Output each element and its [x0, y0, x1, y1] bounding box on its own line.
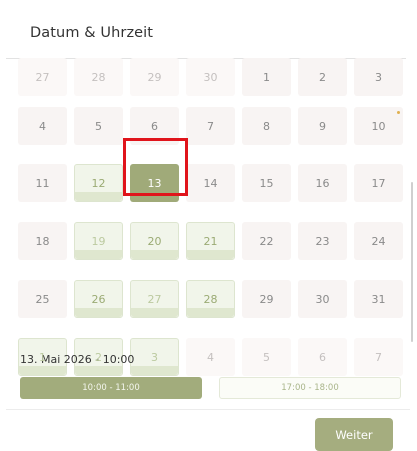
calendar-day-number: 27: [35, 70, 50, 84]
calendar-day[interactable]: 14: [186, 164, 235, 202]
calendar-day-number: 31: [371, 292, 386, 306]
calendar-day-number: 17: [371, 176, 386, 190]
calendar-day-number: 6: [151, 119, 158, 133]
calendar-day[interactable]: 28: [74, 58, 123, 96]
calendar-day-number: 10: [371, 119, 386, 133]
calendar-day[interactable]: 12: [74, 164, 123, 202]
calendar-day[interactable]: 30: [186, 58, 235, 96]
calendar-grid: 27 28 29 30 1 2 3 4 5 6 7 8 9 10 11 12 13 14 15 16 17 18 19 20 2…: [18, 58, 407, 376]
calendar-day-number: 7: [375, 350, 382, 364]
calendar-day[interactable]: 10: [354, 107, 403, 145]
calendar-day[interactable]: 2: [298, 58, 347, 96]
calendar-day-number: 4: [207, 350, 214, 364]
next-button-label: Weiter: [335, 427, 373, 442]
calendar-day-number: 5: [263, 350, 270, 364]
calendar-day-number: 13: [147, 176, 162, 190]
page-title: Datum & Uhrzeit: [30, 25, 154, 41]
calendar-day[interactable]: 28: [186, 280, 235, 318]
calendar: 27 28 29 30 1 2 3 4 5 6 7 8 9 10 11 12 13 14 15 16 17 18 19 20 2…: [18, 58, 407, 376]
calendar-day[interactable]: 20: [130, 222, 179, 260]
calendar-day[interactable]: 22: [242, 222, 291, 260]
calendar-day-number: 29: [147, 70, 162, 84]
calendar-day-number: 1: [39, 350, 46, 364]
calendar-day-number: 5: [95, 119, 102, 133]
calendar-day-number: 3: [151, 350, 158, 364]
calendar-day-number: 26: [91, 292, 106, 306]
calendar-day-number: 18: [35, 234, 50, 248]
calendar-day-number: 28: [203, 292, 218, 306]
calendar-day-number: 1: [263, 70, 270, 84]
calendar-day[interactable]: 21: [186, 222, 235, 260]
calendar-day-number: 2: [319, 70, 326, 84]
event-dot-icon: [397, 111, 400, 114]
calendar-day[interactable]: 27: [18, 58, 67, 96]
calendar-day[interactable]: 31: [354, 280, 403, 318]
calendar-day[interactable]: 17: [354, 164, 403, 202]
calendar-day-number: 11: [35, 176, 50, 190]
selected-datetime-label: 13. Mai 2026 - 10:00: [20, 353, 135, 366]
calendar-day-number: 14: [203, 176, 218, 190]
calendar-day-number: 6: [319, 350, 326, 364]
calendar-day[interactable]: 6: [298, 338, 347, 376]
calendar-day[interactable]: 5: [242, 338, 291, 376]
time-slot-label: 10:00 - 11:00: [82, 383, 140, 393]
calendar-day[interactable]: 27: [130, 280, 179, 318]
calendar-day-number: 3: [375, 70, 382, 84]
calendar-day-number: 30: [315, 292, 330, 306]
next-button[interactable]: Weiter: [315, 418, 393, 451]
calendar-day[interactable]: 7: [186, 107, 235, 145]
calendar-day-number: 28: [91, 70, 106, 84]
time-slot-10-00[interactable]: 10:00 - 11:00: [20, 377, 202, 399]
calendar-day[interactable]: 3: [354, 58, 403, 96]
calendar-day[interactable]: 26: [74, 280, 123, 318]
calendar-day[interactable]: 19: [74, 222, 123, 260]
calendar-day-number: 29: [259, 292, 274, 306]
calendar-day[interactable]: 11: [18, 164, 67, 202]
scrollbar[interactable]: [411, 182, 413, 342]
calendar-day-number: 7: [207, 119, 214, 133]
header: Datum & Uhrzeit: [0, 0, 417, 60]
calendar-day[interactable]: 5: [74, 107, 123, 145]
calendar-day[interactable]: 25: [18, 280, 67, 318]
calendar-day[interactable]: 29: [242, 280, 291, 318]
calendar-day-number: 2: [95, 350, 102, 364]
calendar-day-number: 27: [147, 292, 162, 306]
calendar-day-number: 20: [147, 234, 162, 248]
calendar-day-number: 9: [319, 119, 326, 133]
calendar-day[interactable]: 9: [298, 107, 347, 145]
calendar-day[interactable]: 13: [130, 164, 179, 202]
time-slot-label: 17:00 - 18:00: [281, 383, 339, 393]
calendar-day[interactable]: 30: [298, 280, 347, 318]
calendar-day[interactable]: 8: [242, 107, 291, 145]
calendar-day-number: 22: [259, 234, 274, 248]
calendar-day[interactable]: 29: [130, 58, 179, 96]
calendar-day-number: 19: [91, 234, 106, 248]
calendar-day-number: 8: [263, 119, 270, 133]
calendar-day[interactable]: 6: [130, 107, 179, 145]
footer-divider: [6, 409, 410, 410]
calendar-day[interactable]: 23: [298, 222, 347, 260]
calendar-day[interactable]: 1: [242, 58, 291, 96]
calendar-day-number: 15: [259, 176, 274, 190]
calendar-day-number: 23: [315, 234, 330, 248]
calendar-day[interactable]: 4: [186, 338, 235, 376]
calendar-day[interactable]: 4: [18, 107, 67, 145]
calendar-day-number: 12: [91, 176, 106, 190]
calendar-day[interactable]: 15: [242, 164, 291, 202]
calendar-day[interactable]: 16: [298, 164, 347, 202]
calendar-day[interactable]: 7: [354, 338, 403, 376]
calendar-day-number: 30: [203, 70, 218, 84]
time-slot-17-00[interactable]: 17:00 - 18:00: [219, 377, 401, 399]
calendar-day-number: 16: [315, 176, 330, 190]
calendar-day-number: 4: [39, 119, 46, 133]
calendar-day[interactable]: 3: [130, 338, 179, 376]
calendar-day-number: 21: [203, 234, 218, 248]
calendar-day-number: 25: [35, 292, 50, 306]
calendar-day[interactable]: 18: [18, 222, 67, 260]
calendar-day[interactable]: 24: [354, 222, 403, 260]
calendar-day-number: 24: [371, 234, 386, 248]
